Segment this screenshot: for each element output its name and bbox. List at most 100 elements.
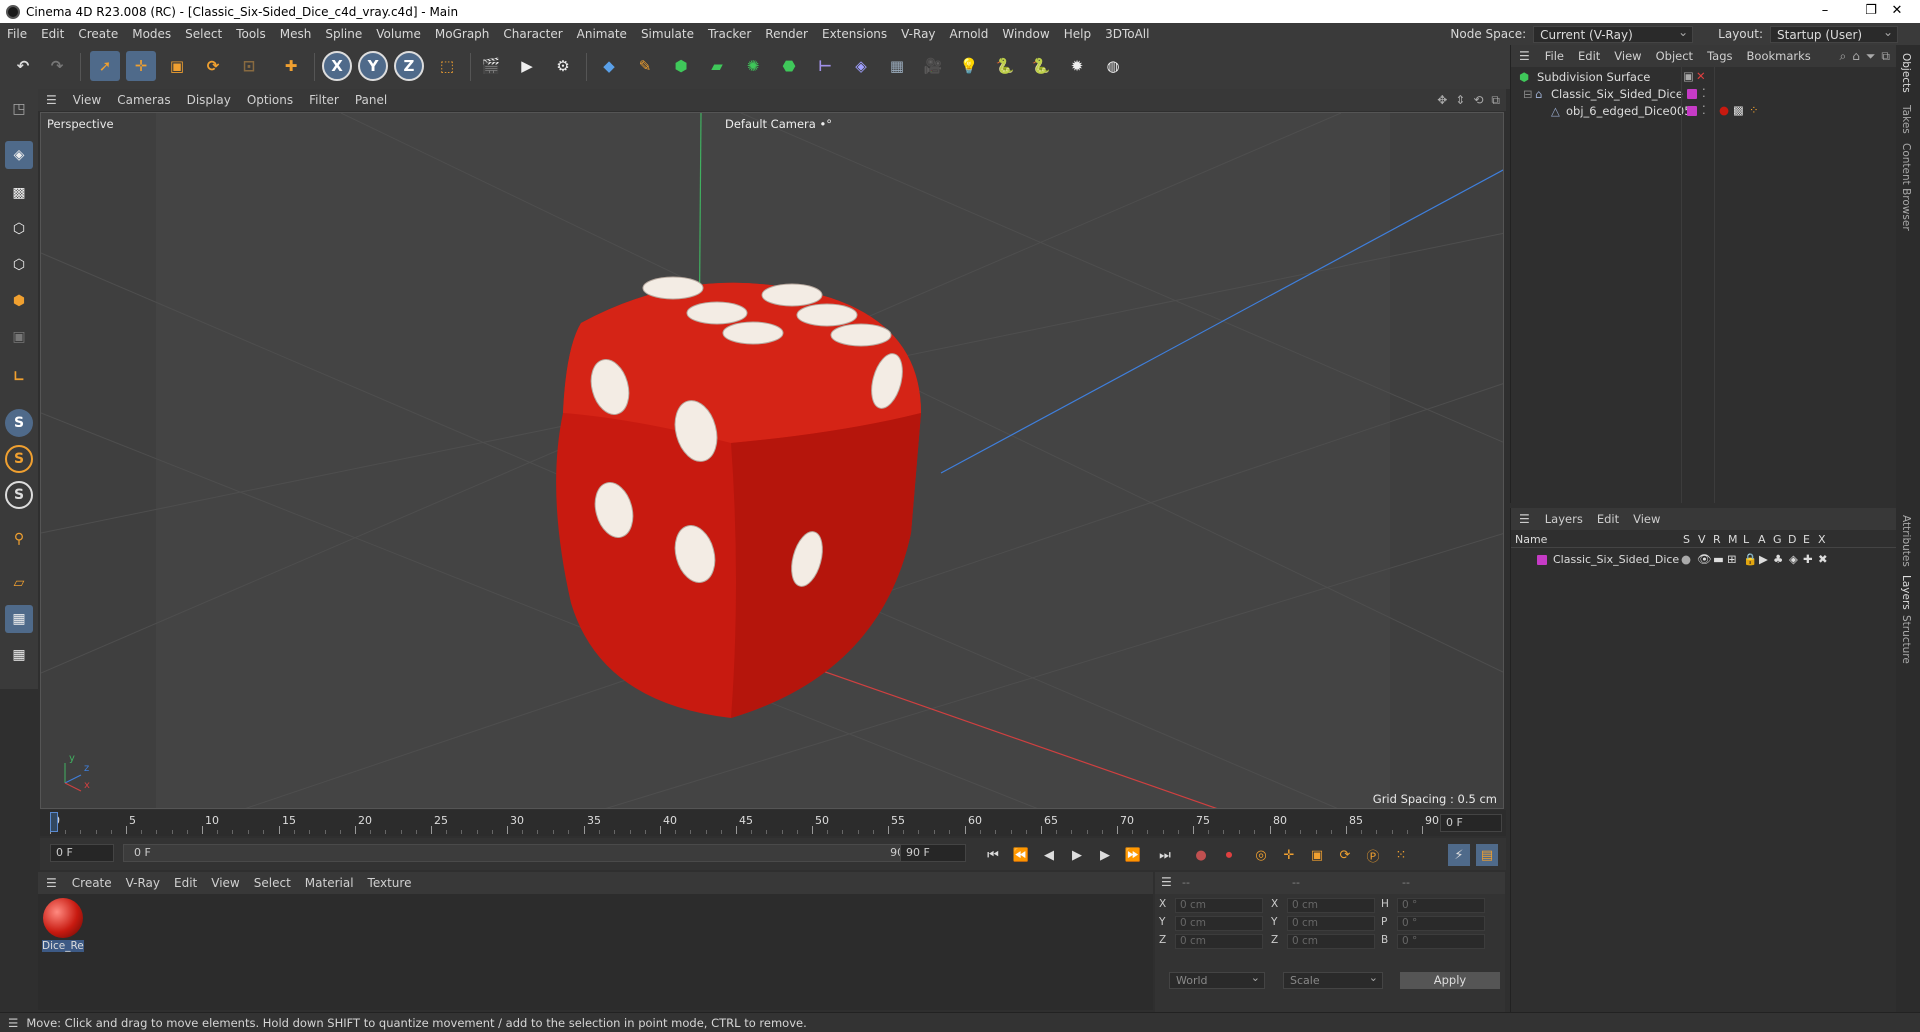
rotate-tool-icon[interactable]: ⟳	[198, 51, 228, 81]
layer-color-swatch[interactable]	[1687, 106, 1697, 116]
camera-object-icon[interactable]: 🎥	[918, 51, 948, 81]
visibility-dots-icon[interactable]: ⁚	[1702, 103, 1706, 117]
minimize-button[interactable]: –	[1802, 0, 1848, 23]
menu-spline[interactable]: Spline	[318, 27, 369, 41]
cloner-cubes-icon[interactable]: ⬣	[774, 51, 804, 81]
layer-column-r[interactable]: R	[1713, 533, 1721, 546]
viewport-menu-display[interactable]: Display	[179, 93, 239, 107]
menu-help[interactable]: Help	[1057, 27, 1098, 41]
coordinate-space-dropdown[interactable]: World	[1169, 971, 1265, 989]
playhead[interactable]	[50, 812, 58, 832]
redo-icon[interactable]: ↷	[42, 51, 72, 81]
menu-3dtoall[interactable]: 3DToAll	[1098, 27, 1156, 41]
key-position-icon[interactable]: ✛	[1278, 844, 1300, 866]
edges-mode-icon[interactable]: ⬡	[5, 251, 33, 279]
material-menu-texture[interactable]: Texture	[361, 876, 419, 890]
layout-dropdown[interactable]: Startup (User)	[1770, 25, 1898, 43]
material-menu-vray[interactable]: V-Ray	[119, 876, 167, 890]
light-object-icon[interactable]: 💡	[954, 51, 984, 81]
transform-tool-icon[interactable]: ⊡	[234, 51, 264, 81]
viewport-move-icon[interactable]: ✥	[1433, 93, 1451, 107]
python-generator-icon[interactable]: 🐍	[990, 51, 1020, 81]
object-home-icon[interactable]: ⌂	[1849, 49, 1863, 63]
menu-mograph[interactable]: MoGraph	[428, 27, 497, 41]
viewport-maximize-icon[interactable]: ⧉	[1487, 93, 1506, 108]
material-swatch[interactable]: Dice_Red	[42, 898, 84, 958]
camera-label[interactable]: Default Camera •°	[725, 117, 832, 131]
tab-content-browser[interactable]: Content Browser	[1900, 143, 1912, 231]
layer-menu-edit[interactable]: Edit	[1590, 512, 1626, 526]
render-view-icon[interactable]: ▶	[512, 51, 542, 81]
menu-character[interactable]: Character	[496, 27, 569, 41]
go-to-end-icon[interactable]: ⏭	[1154, 844, 1176, 866]
object-menu-file[interactable]: File	[1538, 49, 1571, 63]
layer-color-swatch[interactable]	[1537, 555, 1547, 565]
object-menu-edit[interactable]: Edit	[1571, 49, 1607, 63]
menu-simulate[interactable]: Simulate	[634, 27, 701, 41]
key-scale-icon[interactable]: ▣	[1306, 844, 1328, 866]
material-menu-select[interactable]: Select	[247, 876, 298, 890]
viewport-rotate-icon[interactable]: ⟲	[1469, 93, 1487, 107]
object-row[interactable]: ⊟ ⌂ Classic_Six_Sided_Dice ⁚	[1511, 86, 1896, 103]
menu-file[interactable]: File	[0, 27, 34, 41]
viewport-menu-filter[interactable]: Filter	[301, 93, 347, 107]
viewport-menu-options[interactable]: Options	[239, 93, 301, 107]
node-space-dropdown[interactable]: Current (V-Ray)	[1533, 25, 1694, 43]
close-button[interactable]: ✕	[1874, 0, 1920, 23]
undo-icon[interactable]: ↶	[8, 51, 38, 81]
field-icon[interactable]: ◈	[846, 51, 876, 81]
layer-hamburger-icon[interactable]: ☰	[1511, 512, 1538, 526]
menu-window[interactable]: Window	[995, 27, 1056, 41]
live-selection-icon[interactable]: ➚	[90, 51, 120, 81]
layer-row[interactable]: Classic_Six_Sided_Dice ● 👁 ▬ ⊞ 🔒 ▶ ♣ ◈ ✚…	[1511, 552, 1896, 568]
layer-lock-icon[interactable]: 🔒	[1743, 552, 1757, 566]
menu-select[interactable]: Select	[178, 27, 229, 41]
render-region-icon[interactable]: 🎬	[476, 51, 506, 81]
scale-tool-icon[interactable]: ▣	[162, 51, 192, 81]
layer-visible-icon[interactable]: 👁	[1697, 552, 1712, 566]
status-hamburger-icon[interactable]: ☰	[0, 1016, 26, 1030]
layer-column-v[interactable]: V	[1698, 533, 1706, 546]
key-rotation-icon[interactable]: ⟳	[1334, 844, 1356, 866]
next-frame-icon[interactable]: ▶	[1094, 844, 1116, 866]
layer-animation-icon[interactable]: ▶	[1759, 552, 1768, 566]
deformer-icon[interactable]: ⊢	[810, 51, 840, 81]
mograph-cloner-icon[interactable]: ✺	[738, 51, 768, 81]
menu-modes[interactable]: Modes	[125, 27, 178, 41]
material-menu-view[interactable]: View	[204, 876, 246, 890]
viewport-menu-panel[interactable]: Panel	[347, 93, 395, 107]
previous-key-icon[interactable]: ⏪	[1010, 844, 1032, 866]
next-key-icon[interactable]: ⏩	[1122, 844, 1144, 866]
coordinates-hamburger-icon[interactable]: ☰	[1161, 875, 1172, 889]
layer-column-x[interactable]: X	[1818, 533, 1826, 546]
visibility-dots-icon[interactable]: ⁚	[1702, 86, 1706, 100]
menu-volume[interactable]: Volume	[369, 27, 428, 41]
material-menu-create[interactable]: Create	[65, 876, 119, 890]
pen-spline-icon[interactable]: ✎	[630, 51, 660, 81]
layer-menu-view[interactable]: View	[1626, 512, 1667, 526]
object-hamburger-icon[interactable]: ☰	[1511, 49, 1538, 63]
coord-rotation-field[interactable]: 0 °	[1397, 916, 1485, 931]
vray-settings-icon[interactable]: ✹	[1062, 51, 1092, 81]
tab-objects[interactable]: Objects	[1900, 53, 1912, 93]
object-filter-icon[interactable]: ⏷	[1863, 49, 1879, 64]
material-tag-icon[interactable]: ●	[1719, 103, 1729, 117]
subdivision-surface-icon[interactable]: ⬢	[666, 51, 696, 81]
menu-vray[interactable]: V-Ray	[894, 27, 942, 41]
object-menu-object[interactable]: Object	[1649, 49, 1700, 63]
key-selection-icon[interactable]: ◎	[1250, 844, 1272, 866]
model-mode-icon[interactable]: ◈	[5, 141, 33, 169]
menu-extensions[interactable]: Extensions	[815, 27, 894, 41]
autokey-icon[interactable]: ⏺	[1218, 844, 1240, 866]
start-frame-field[interactable]: 0 F	[50, 844, 114, 862]
object-search-icon[interactable]: ⌕	[1836, 49, 1849, 64]
menu-mesh[interactable]: Mesh	[273, 27, 319, 41]
viewport-hamburger-icon[interactable]: ☰	[38, 93, 65, 107]
object-new-window-icon[interactable]: ⧉	[1878, 49, 1896, 64]
object-disabled-x-icon[interactable]: ✕	[1696, 69, 1706, 83]
menu-animate[interactable]: Animate	[570, 27, 634, 41]
phong-tag-icon[interactable]: ⁘	[1749, 103, 1759, 117]
cube-object-icon[interactable]: ◆	[594, 51, 624, 81]
points-mode-icon[interactable]: ⬡	[5, 215, 33, 243]
viewport-zoom-icon[interactable]: ⇕	[1451, 93, 1469, 107]
